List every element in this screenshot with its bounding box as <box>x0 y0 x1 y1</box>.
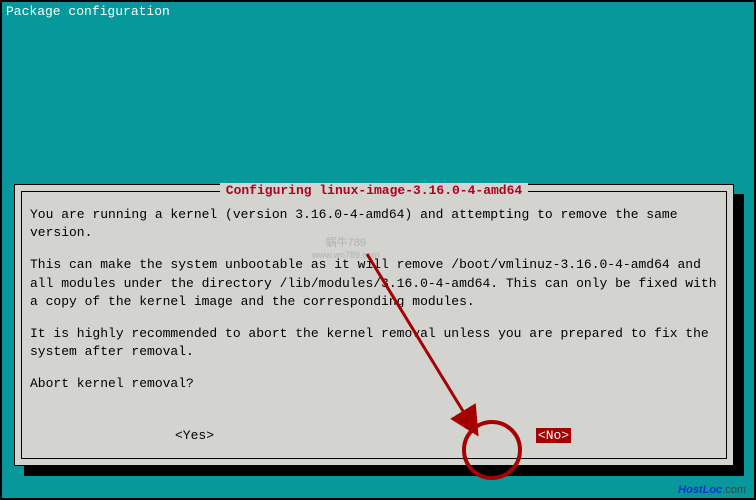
dialog-body: You are running a kernel (version 3.16.0… <box>30 206 718 408</box>
dialog-title-wrap: Configuring linux-image-3.16.0-4-amd64 <box>22 183 726 198</box>
footer-brand-name: HostLoc <box>678 484 722 496</box>
config-dialog: Configuring linux-image-3.16.0-4-amd64 Y… <box>14 184 734 466</box>
no-button[interactable]: <No> <box>536 428 571 443</box>
dialog-text: It is highly recommended to abort the ke… <box>30 325 718 361</box>
no-col: <No> <box>374 428 733 443</box>
dialog-title: Configuring linux-image-3.16.0-4-amd64 <box>220 183 528 198</box>
button-row: <Yes> <No> <box>15 428 733 443</box>
dialog-prompt: Abort kernel removal? <box>30 375 718 393</box>
footer-brand: HostLoc.com <box>678 484 746 496</box>
dialog-frame: Configuring linux-image-3.16.0-4-amd64 Y… <box>21 191 727 459</box>
dialog-text: This can make the system unbootable as i… <box>30 256 718 311</box>
dialog-text: You are running a kernel (version 3.16.0… <box>30 206 718 242</box>
yes-col: <Yes> <box>15 428 374 443</box>
footer-brand-tld: .com <box>722 484 746 496</box>
yes-button[interactable]: <Yes> <box>175 428 214 443</box>
page-title: Package configuration <box>2 2 754 21</box>
